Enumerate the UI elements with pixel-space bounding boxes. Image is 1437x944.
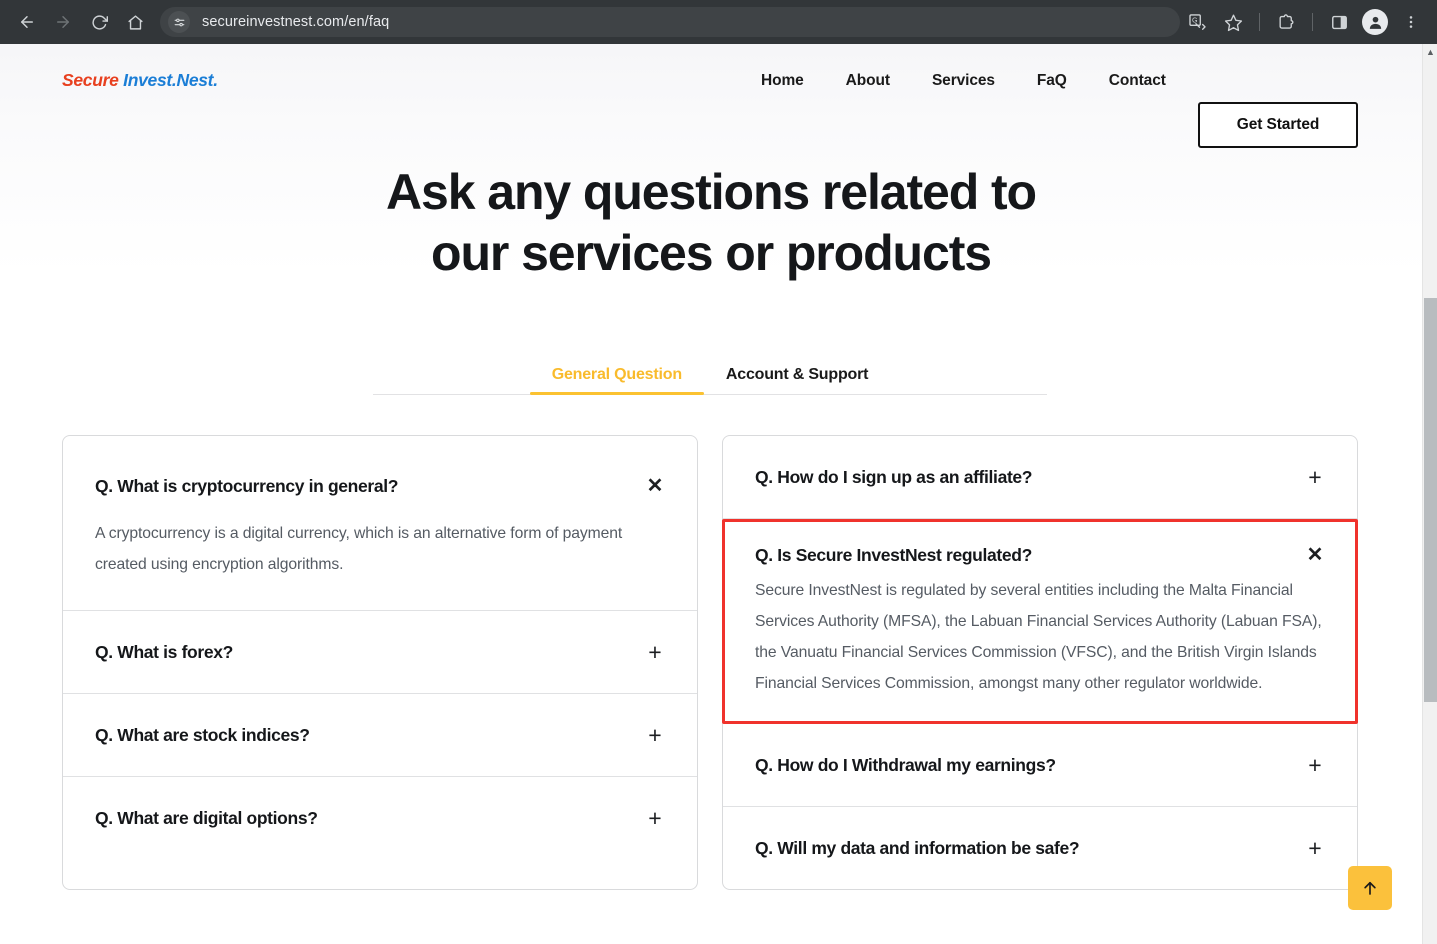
faq-left-column: Q. What is cryptocurrency in general? ✕ …	[62, 435, 698, 891]
faq-question-row[interactable]: Q. What is cryptocurrency in general? ✕	[63, 436, 697, 518]
side-panel-icon[interactable]	[1322, 5, 1356, 39]
home-icon[interactable]	[118, 5, 152, 39]
address-bar[interactable]: secureinvestnest.com/en/faq	[160, 7, 1180, 37]
get-started-button[interactable]: Get Started	[1198, 102, 1358, 148]
faq-question-row[interactable]: Q. What is forex? +	[63, 611, 697, 693]
bookmark-star-icon[interactable]	[1216, 5, 1250, 39]
browser-nav-buttons	[10, 5, 152, 39]
plus-icon[interactable]: +	[643, 723, 667, 747]
faq-item-stock-indices[interactable]: Q. What are stock indices? +	[63, 694, 697, 778]
site-header: Secure Invest.Nest. Home About Services …	[0, 44, 1422, 148]
profile-avatar-icon[interactable]	[1362, 9, 1388, 35]
site-logo[interactable]: Secure Invest.Nest.	[62, 70, 218, 91]
faq-question-row[interactable]: Q. Will my data and information be safe?…	[723, 807, 1357, 889]
toolbar-divider-2	[1312, 13, 1313, 31]
faq-question-row[interactable]: Q. How do I Withdrawal my earnings? +	[723, 724, 1357, 806]
back-icon[interactable]	[10, 5, 44, 39]
faq-question-text: Q. Is Secure InvestNest regulated?	[755, 545, 1032, 565]
faq-question-row[interactable]: Q. Is Secure InvestNest regulated? ✕	[725, 522, 1355, 575]
scroll-to-top-button[interactable]	[1348, 866, 1392, 910]
tab-account-support[interactable]: Account & Support	[704, 366, 890, 394]
faq-question-text: Q. What is cryptocurrency in general?	[95, 475, 399, 496]
faq-item-digital-options[interactable]: Q. What are digital options? +	[63, 777, 697, 859]
page-viewport: Secure Invest.Nest. Home About Services …	[0, 44, 1422, 944]
extensions-icon[interactable]	[1269, 5, 1303, 39]
faq-columns: Q. What is cryptocurrency in general? ✕ …	[62, 435, 1359, 891]
translate-icon[interactable]: G	[1180, 5, 1214, 39]
faq-item-cryptocurrency[interactable]: Q. What is cryptocurrency in general? ✕ …	[63, 436, 697, 612]
faq-question-text: Q. Will my data and information be safe?	[755, 837, 1080, 858]
faq-item-regulated[interactable]: Q. Is Secure InvestNest regulated? ✕ Sec…	[722, 519, 1358, 725]
faq-tabs: General Question Account & Support	[373, 356, 1047, 395]
faq-tabs-row: General Question Account & Support	[373, 356, 1047, 395]
plus-icon[interactable]: +	[1303, 753, 1327, 777]
plus-icon[interactable]: +	[1303, 465, 1327, 489]
site-info-icon[interactable]	[168, 11, 190, 33]
address-bar-url: secureinvestnest.com/en/faq	[202, 14, 390, 30]
reload-icon[interactable]	[82, 5, 116, 39]
chrome-menu-icon[interactable]	[1394, 5, 1428, 39]
nav-item-contact[interactable]: Contact	[1088, 72, 1187, 90]
faq-question-text: Q. What is forex?	[95, 641, 233, 662]
scrollbar-up-arrow-icon[interactable]: ▲	[1423, 48, 1437, 57]
faq-answer-text: Secure InvestNest is regulated by severa…	[755, 581, 1322, 692]
faq-question-text: Q. What are stock indices?	[95, 724, 310, 745]
tab-general-question[interactable]: General Question	[529, 366, 705, 395]
nav-item-services[interactable]: Services	[911, 72, 1016, 90]
tabs-underline	[373, 394, 1047, 395]
faq-item-affiliate-signup[interactable]: Q. How do I sign up as an affiliate? +	[723, 436, 1357, 519]
faq-item-withdrawal[interactable]: Q. How do I Withdrawal my earnings? +	[723, 724, 1357, 808]
plus-icon[interactable]: +	[643, 806, 667, 830]
faq-question-text: Q. How do I sign up as an affiliate?	[755, 466, 1033, 487]
forward-icon[interactable]	[46, 5, 80, 39]
faq-answer-text: A cryptocurrency is a digital currency, …	[95, 525, 623, 574]
browser-toolbar: secureinvestnest.com/en/faq G	[0, 0, 1437, 44]
logo-text-investnest: Invest.Nest.	[123, 70, 218, 90]
nav-item-about[interactable]: About	[825, 72, 911, 90]
faq-item-data-safety[interactable]: Q. Will my data and information be safe?…	[723, 807, 1357, 889]
faq-question-text: Q. What are digital options?	[95, 807, 318, 828]
page-title: Ask any questions related to our service…	[0, 162, 1422, 284]
main-navigation: Home About Services FaQ Contact	[740, 72, 1187, 90]
nav-item-faq[interactable]: FaQ	[1016, 72, 1088, 90]
faq-item-forex[interactable]: Q. What is forex? +	[63, 611, 697, 695]
plus-icon[interactable]: +	[1303, 836, 1327, 860]
hero-line-2: our services or products	[431, 225, 992, 281]
faq-question-text: Q. How do I Withdrawal my earnings?	[755, 754, 1056, 775]
page-scrollbar[interactable]: ▲	[1422, 44, 1437, 944]
toolbar-divider	[1259, 13, 1260, 31]
faq-question-row[interactable]: Q. How do I sign up as an affiliate? +	[723, 436, 1357, 518]
logo-text-secure: Secure	[62, 70, 124, 90]
scrollbar-thumb[interactable]	[1424, 298, 1437, 702]
nav-item-home[interactable]: Home	[740, 72, 825, 90]
close-icon[interactable]: ✕	[643, 476, 667, 496]
hero-line-1: Ask any questions related to	[386, 164, 1037, 220]
browser-toolbar-actions: G	[1180, 5, 1428, 39]
faq-question-row[interactable]: Q. What are stock indices? +	[63, 694, 697, 776]
faq-question-row[interactable]: Q. What are digital options? +	[63, 777, 697, 859]
close-icon[interactable]: ✕	[1303, 545, 1327, 565]
svg-text:G: G	[1191, 16, 1197, 24]
plus-icon[interactable]: +	[643, 640, 667, 664]
faq-right-column: Q. How do I sign up as an affiliate? + Q…	[722, 435, 1358, 891]
arrow-up-icon	[1364, 881, 1376, 895]
